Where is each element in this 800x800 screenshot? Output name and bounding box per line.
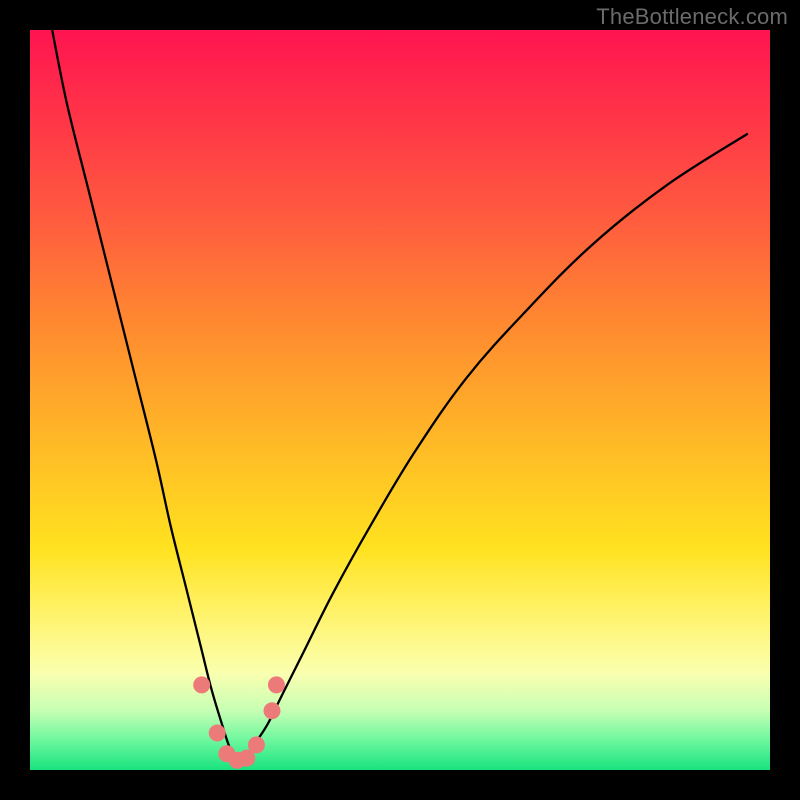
- curve-svg: [30, 30, 770, 770]
- curve-markers: [193, 676, 285, 768]
- curve-marker: [268, 676, 285, 693]
- chart-frame: TheBottleneck.com: [0, 0, 800, 800]
- curve-marker: [193, 676, 210, 693]
- watermark-text: TheBottleneck.com: [596, 4, 788, 30]
- bottleneck-curve: [52, 30, 748, 762]
- curve-marker: [263, 702, 280, 719]
- curve-marker: [248, 736, 265, 753]
- curve-marker: [209, 725, 226, 742]
- plot-area: [30, 30, 770, 770]
